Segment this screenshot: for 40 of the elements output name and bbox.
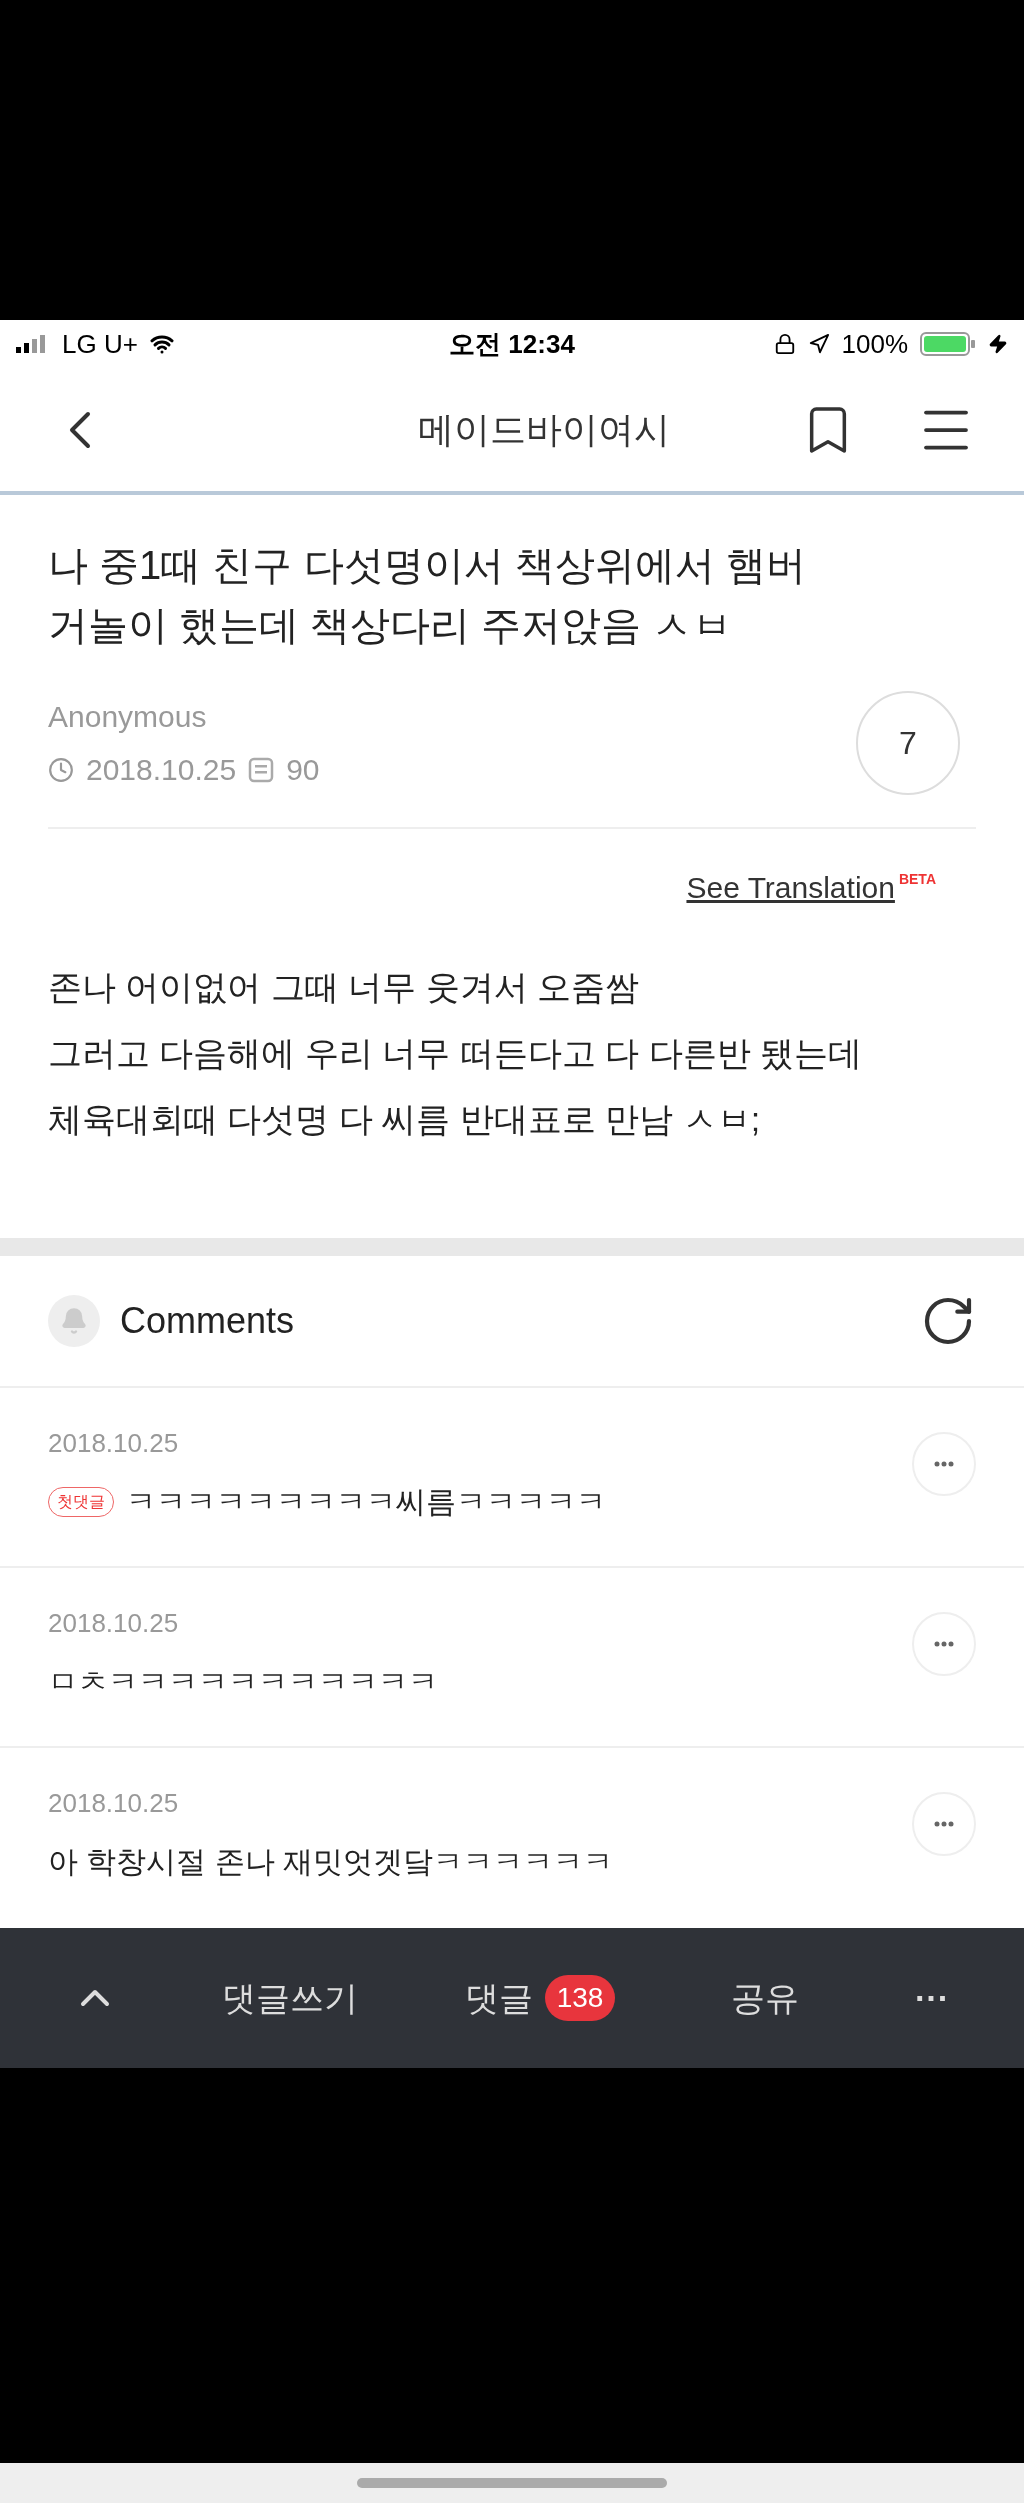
battery-percent: 100% xyxy=(841,327,908,361)
battery-icon xyxy=(920,332,976,356)
comment-more-button[interactable] xyxy=(912,1792,976,1856)
comments-button[interactable]: 댓글 138 xyxy=(390,1972,690,2024)
author-name: Anonymous xyxy=(48,699,208,735)
comment-more-button[interactable] xyxy=(912,1612,976,1676)
carrier-name: LG U+ xyxy=(62,327,138,361)
comment-date: 2018.10.25 xyxy=(48,1427,180,1460)
post-title: 나 중1때 친구 다섯명이서 책상위에서 햄버거놀이 했는데 책상다리 주저앉음 ㅅㅂ xyxy=(48,542,807,649)
comments-label: 댓글 xyxy=(464,1977,533,2019)
post-body-line: 존나 어이없어 그때 너무 웃겨서 오줌쌈 xyxy=(48,967,641,1008)
more-icon xyxy=(934,1821,954,1827)
more-button[interactable]: ··· xyxy=(840,1972,1024,2024)
comment-date: 2018.10.25 xyxy=(48,1787,180,1820)
post-body-line: 그러고 다음해에 우리 너무 떠든다고 다 다른반 됐는데 xyxy=(48,1033,864,1074)
write-comment-button[interactable]: 댓글쓰기 xyxy=(190,1972,390,2024)
charging-icon xyxy=(988,334,1008,354)
view-count: 90 xyxy=(286,752,320,788)
clock-icon xyxy=(48,756,74,783)
comment-text: ㅁㅊㅋㅋㅋㅋㅋㅋㅋㅋㅋㅋㅋ xyxy=(48,1664,438,1700)
more-icon xyxy=(934,1641,954,1647)
lock-icon xyxy=(773,333,796,355)
post-date: 2018.10.25 xyxy=(86,752,237,788)
bell-icon[interactable] xyxy=(48,1295,100,1347)
more-icon xyxy=(934,1461,954,1467)
comment-text: ㅋㅋㅋㅋㅋㅋㅋㅋㅋ씨름ㅋㅋㅋㅋㅋ xyxy=(126,1484,606,1520)
comment-more-button[interactable] xyxy=(912,1432,976,1496)
board-title: 메이드바이여시 xyxy=(417,407,671,452)
like-button[interactable]: 7 xyxy=(856,691,960,795)
location-icon xyxy=(807,333,830,355)
comment-text: 아 학창시절 존나 재밋엇겟닼ㅋㅋㅋㅋㅋㅋ xyxy=(48,1844,613,1880)
comments-heading: Comments xyxy=(120,1299,296,1343)
beta-label: BETA xyxy=(898,870,936,889)
clock-time: 오전 12:34 xyxy=(448,327,576,361)
comment-date: 2018.10.25 xyxy=(48,1607,180,1640)
post-body-line: 체육대회때 다섯명 다 씨름 반대표로 만남 ㅅㅂ; xyxy=(48,1099,762,1140)
see-translation-link[interactable]: See Translation xyxy=(686,865,895,910)
share-button[interactable]: 공유 xyxy=(690,1972,840,2024)
comment-count-badge: 138 xyxy=(544,1975,616,2021)
views-icon xyxy=(248,756,275,783)
